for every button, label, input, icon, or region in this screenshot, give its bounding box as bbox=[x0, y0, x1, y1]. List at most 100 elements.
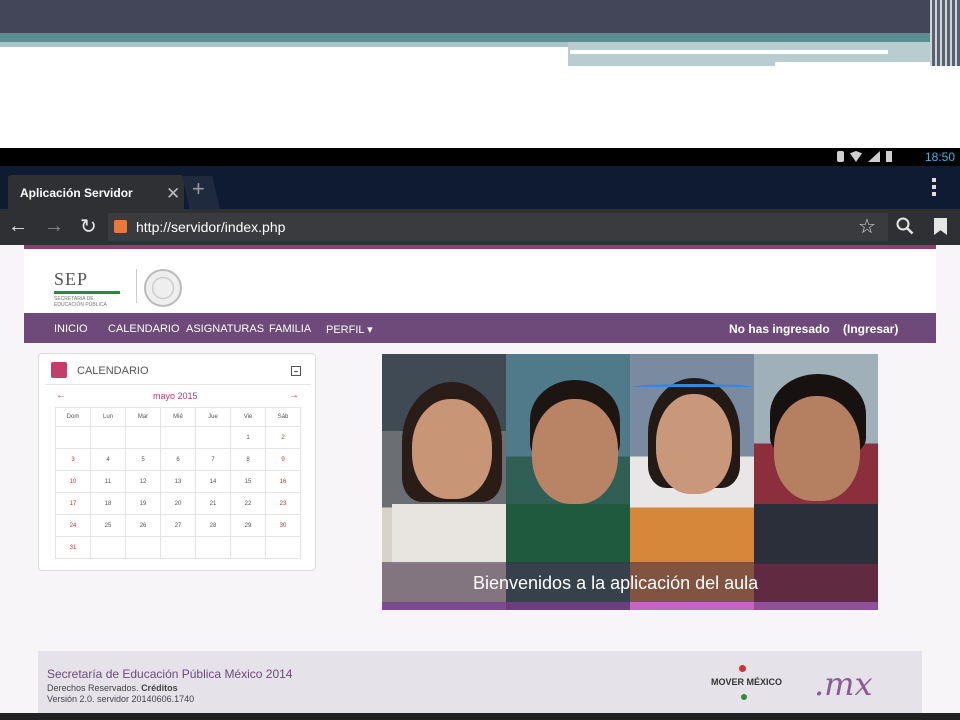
calendar-day[interactable]: 5 bbox=[125, 448, 161, 471]
nav-item-familia[interactable]: FAMILIA bbox=[269, 323, 311, 335]
calendar-day[interactable]: 6 bbox=[160, 448, 196, 471]
weekday-header: Mar bbox=[125, 407, 161, 427]
weekday-header: Sáb bbox=[265, 407, 301, 427]
calendar-day[interactable]: 31 bbox=[55, 536, 91, 559]
tab-title: Aplicación Servidor bbox=[20, 186, 133, 200]
back-arrow-icon[interactable]: ← bbox=[8, 215, 28, 238]
calendar-week-row: 12 bbox=[55, 426, 301, 449]
calendar-day[interactable]: 3 bbox=[55, 448, 91, 471]
banner-caption: Bienvenidos a la aplicación del aula bbox=[473, 573, 759, 593]
footer-title: Secretaría de Educación Pública México 2… bbox=[47, 667, 293, 681]
calendar-day[interactable]: 28 bbox=[195, 514, 231, 537]
calendar-day[interactable]: 22 bbox=[230, 492, 266, 515]
calendar-day[interactable]: 24 bbox=[55, 514, 91, 537]
calendar-week-row: 24 25 26 27 28 29 30 bbox=[55, 514, 301, 537]
slide-dark-band bbox=[0, 0, 960, 33]
url-bar[interactable]: http://servidor/index.php bbox=[108, 213, 888, 241]
calendar-day[interactable]: 14 bbox=[195, 470, 231, 493]
calendar-day[interactable]: 17 bbox=[55, 492, 91, 515]
calendar-day[interactable]: 9 bbox=[265, 448, 301, 471]
mx-logo: .mx bbox=[814, 665, 873, 703]
weekday-header: Vie bbox=[230, 407, 266, 427]
calendar-icon bbox=[51, 362, 67, 378]
calendar-day[interactable]: 20 bbox=[160, 492, 196, 515]
calendar-day[interactable]: 18 bbox=[90, 492, 126, 515]
calendar-day[interactable]: 25 bbox=[90, 514, 126, 537]
calendar-day[interactable]: 19 bbox=[125, 492, 161, 515]
calendar-grid: Dom Lun Mar Mié Jue Vie Sáb 1 2 3 4 5 6 7 8 9 10 1… bbox=[55, 407, 301, 559]
web-page: SEP SECRETARÍA DE EDUCACIÓN PÚBLICA INIC… bbox=[0, 245, 960, 720]
calendar-day[interactable]: 21 bbox=[195, 492, 231, 515]
calendar-day[interactable]: 1 bbox=[230, 426, 266, 449]
calendar-day[interactable]: 10 bbox=[55, 470, 91, 493]
browser-tab-strip: Aplicación Servidor ✕ bbox=[0, 166, 960, 209]
plus-icon[interactable]: + bbox=[192, 176, 205, 202]
calendar-day[interactable]: 16 bbox=[265, 470, 301, 493]
calendar-day[interactable]: 27 bbox=[160, 514, 196, 537]
bookmark-icon[interactable] bbox=[934, 218, 947, 235]
calendar-day bbox=[230, 536, 266, 559]
overflow-menu-icon[interactable] bbox=[932, 178, 938, 198]
favicon-icon bbox=[114, 220, 127, 233]
calendar-day[interactable]: 7 bbox=[195, 448, 231, 471]
reload-icon[interactable]: ↻ bbox=[80, 214, 97, 239]
calendar-day[interactable]: 4 bbox=[90, 448, 126, 471]
calendar-month-label: mayo 2015 bbox=[153, 391, 198, 401]
sep-logo-word: SEP bbox=[54, 269, 89, 289]
calendar-day[interactable]: 29 bbox=[230, 514, 266, 537]
nav-item-asignaturas[interactable]: ASIGNATURAS bbox=[186, 323, 264, 335]
footer-version: Versión 2.0. servidor 20140606.1740 bbox=[47, 694, 195, 704]
rights-text: Derechos Reservados. bbox=[47, 683, 139, 693]
national-seal-icon bbox=[144, 269, 182, 307]
nav-item-calendario[interactable]: CALENDARIO bbox=[108, 323, 180, 335]
sep-logo-subtitle: SECRETARÍA DE EDUCACIÓN PÚBLICA bbox=[54, 296, 107, 308]
close-icon[interactable]: ✕ bbox=[166, 184, 180, 204]
logo-red-line bbox=[54, 293, 120, 294]
nav-item-inicio[interactable]: INICIO bbox=[54, 323, 88, 335]
credits-link[interactable]: Créditos bbox=[141, 683, 178, 693]
prev-month-button[interactable]: ← bbox=[56, 390, 66, 401]
calendar-day[interactable]: 30 bbox=[265, 514, 301, 537]
calendar-divider bbox=[45, 384, 311, 385]
minimize-icon[interactable] bbox=[291, 366, 301, 376]
calendar-day[interactable]: 23 bbox=[265, 492, 301, 515]
nav-item-perfil[interactable]: PERFIL ▾ bbox=[326, 323, 373, 336]
calendar-days: 1 2 3 4 5 6 7 8 9 10 11 12 13 14 15 16 17 18 19 20 21 22 23 24 2… bbox=[55, 426, 301, 559]
calendar-day bbox=[125, 536, 161, 559]
signal-icon bbox=[868, 151, 880, 162]
search-icon[interactable] bbox=[896, 217, 914, 235]
bottom-bar bbox=[0, 713, 960, 720]
calendar-day bbox=[195, 536, 231, 559]
calendar-week-row: 31 bbox=[55, 536, 301, 559]
star-icon[interactable]: ☆ bbox=[858, 214, 876, 239]
calendar-day bbox=[160, 426, 196, 449]
calendar-day[interactable]: 8 bbox=[230, 448, 266, 471]
calendar-day bbox=[265, 536, 301, 559]
calendar-day[interactable]: 13 bbox=[160, 470, 196, 493]
browser-tab[interactable]: Aplicación Servidor ✕ bbox=[8, 175, 184, 209]
calendar-day bbox=[160, 536, 196, 559]
forward-arrow-icon[interactable]: → bbox=[44, 215, 64, 238]
logo-divider bbox=[136, 269, 137, 303]
next-month-button[interactable]: → bbox=[289, 390, 299, 401]
main-navigation: INICIO CALENDARIO ASIGNATURAS FAMILIA PE… bbox=[24, 313, 936, 343]
calendar-week-row: 10 11 12 13 14 15 16 bbox=[55, 470, 301, 493]
calendar-day[interactable]: 11 bbox=[90, 470, 126, 493]
url-text[interactable]: http://servidor/index.php bbox=[136, 219, 285, 235]
mover-mexico-logo: MOVER MÉXICO bbox=[711, 677, 783, 687]
calendar-day[interactable]: 12 bbox=[125, 470, 161, 493]
calendar-day[interactable]: 2 bbox=[265, 426, 301, 449]
slide-white-line bbox=[570, 50, 888, 54]
slide-stripes bbox=[930, 0, 960, 66]
login-link[interactable]: (Ingresar) bbox=[843, 322, 898, 336]
battery-icon bbox=[886, 151, 892, 162]
calendar-day[interactable]: 15 bbox=[230, 470, 266, 493]
banner-color-strip bbox=[382, 602, 878, 610]
calendar-week-row: 3456789 bbox=[55, 448, 301, 471]
calendar-day[interactable]: 26 bbox=[125, 514, 161, 537]
login-status: No has ingresado bbox=[729, 322, 830, 336]
welcome-banner: Bienvenidos a la aplicación del aula bbox=[382, 354, 878, 610]
sep-logo[interactable]: SEP SECRETARÍA DE EDUCACIÓN PÚBLICA bbox=[54, 269, 124, 308]
bluetooth-icon bbox=[837, 151, 844, 162]
weekday-header: Lun bbox=[90, 407, 126, 427]
